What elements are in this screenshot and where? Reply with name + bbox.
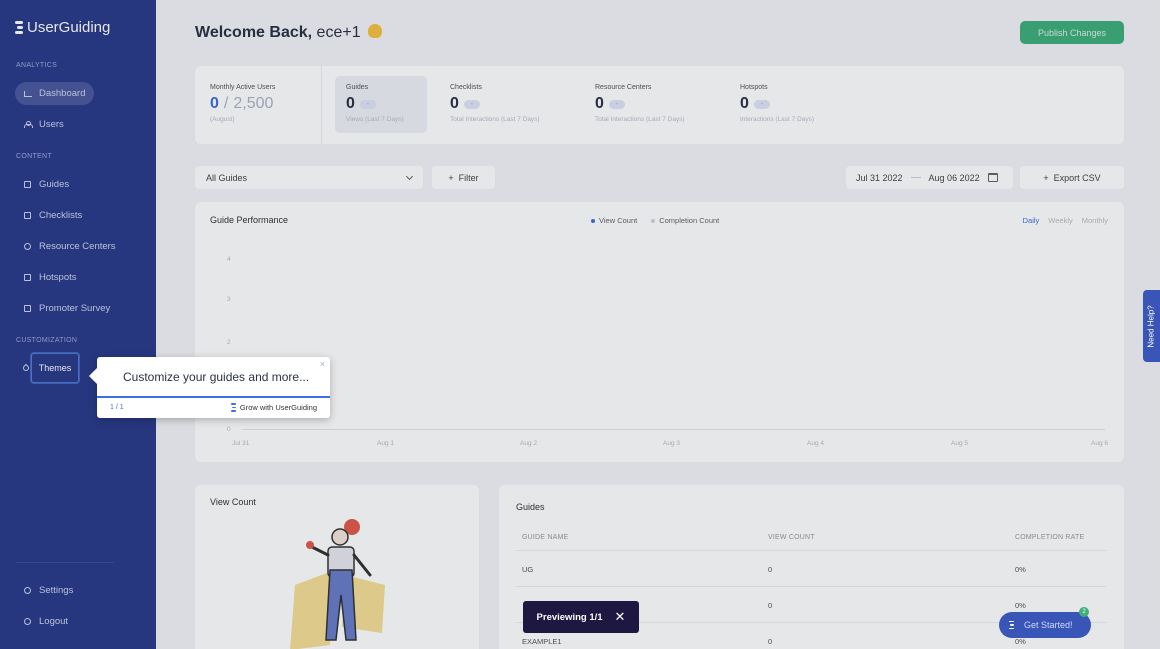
tooltip-brand-label: Grow with UserGuiding [239, 403, 317, 412]
tooltip-close-button[interactable]: × [320, 359, 325, 369]
get-started-button[interactable]: Get Started! 2 [999, 607, 1091, 638]
get-started-label: Get Started! [1024, 620, 1073, 630]
userguiding-logo-icon [230, 403, 236, 412]
close-preview-icon[interactable]: ✕ [615, 609, 626, 625]
need-help-label: Need Help? [1147, 304, 1156, 348]
preview-bar: Previewing 1/1 ✕ [523, 601, 639, 633]
tooltip-step-counter: 1 / 1 [110, 404, 124, 411]
preview-label: Previewing 1/1 [536, 611, 603, 623]
notification-badge: 2 [1079, 607, 1089, 617]
need-help-tab[interactable]: Need Help? [1143, 290, 1160, 362]
guide-tooltip: Customize your guides and more... × 1 / … [89, 357, 330, 418]
tooltip-text: Customize your guides and more... [123, 370, 310, 384]
tooltip-progress-bar [97, 396, 330, 398]
userguiding-logo-icon [1009, 620, 1014, 630]
preview-overlay [0, 0, 1160, 649]
tooltip-branding-link[interactable]: Grow with UserGuiding [230, 403, 317, 412]
